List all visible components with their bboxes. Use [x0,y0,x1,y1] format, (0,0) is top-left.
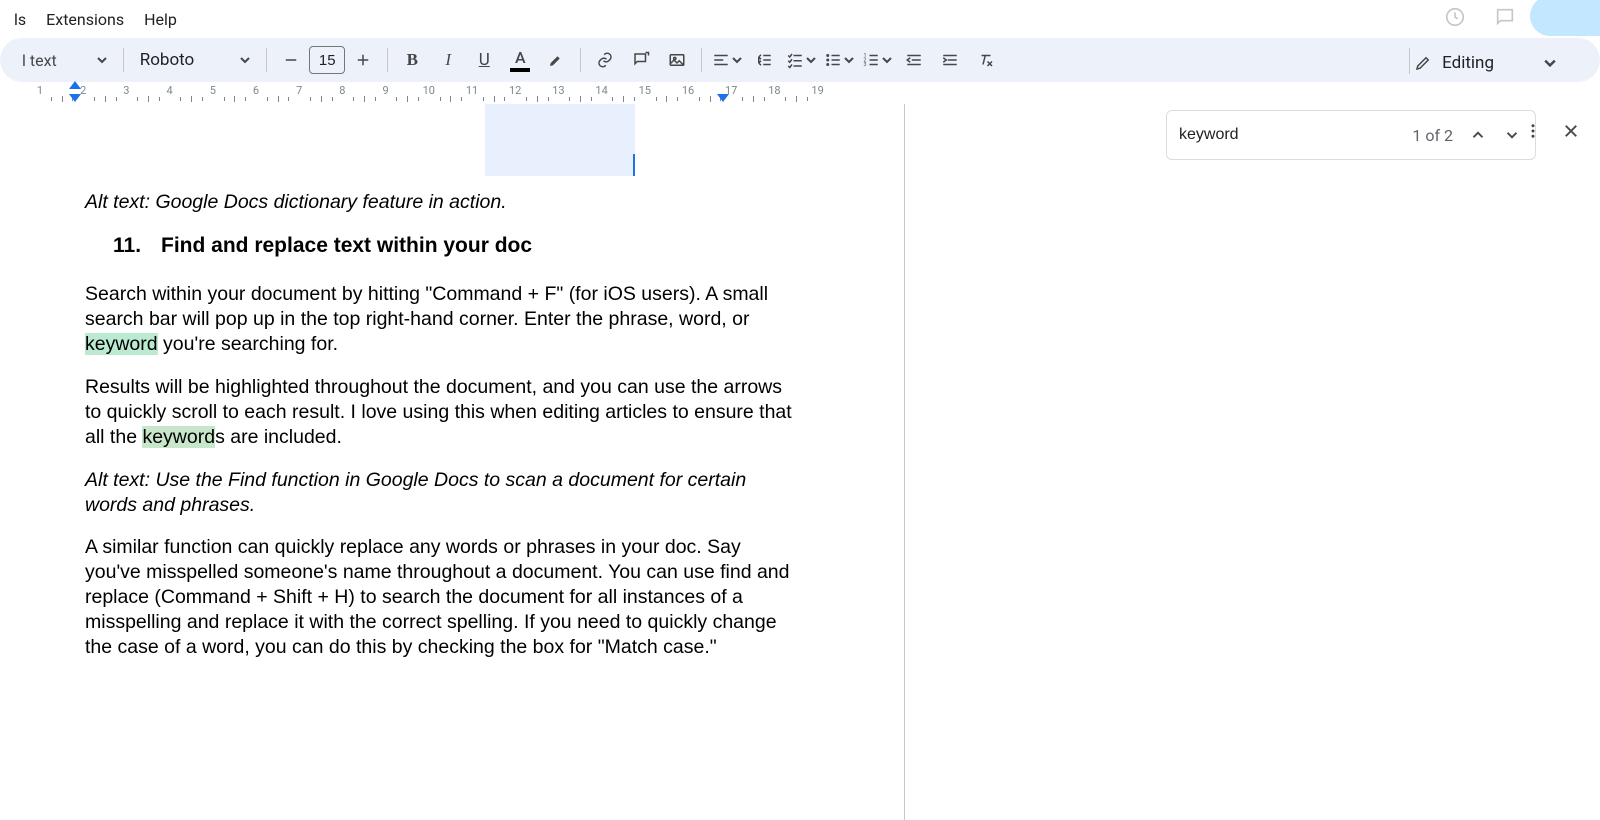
font-family-dropdown[interactable]: Roboto [132,50,259,70]
menu-bar: ls Extensions Help [0,0,1600,38]
font-size-increase[interactable] [347,44,379,76]
insert-link-button[interactable] [589,44,621,76]
menu-extensions[interactable]: Extensions [36,4,134,35]
font-size-decrease[interactable] [275,44,307,76]
document-body[interactable]: Alt text: Google Docs dictionary feature… [85,190,795,660]
ruler-number: 19 [811,84,823,97]
find-more-button[interactable] [1518,116,1548,146]
text-color-button[interactable]: A [504,48,536,72]
bold-button[interactable]: B [396,44,428,76]
menu-tools[interactable]: ls [4,4,36,35]
find-input[interactable] [1179,126,1299,144]
heading-number: 11. [85,233,161,260]
insert-image-button[interactable] [661,44,693,76]
find-match-current: keyword [85,333,158,355]
find-bar: 1 of 2 [1166,110,1536,160]
chevron-down-icon [97,55,107,65]
page: Alt text: Google Docs dictionary feature… [85,104,905,820]
paragraph-2: Results will be highlighted throughout t… [85,375,795,450]
menu-help[interactable]: Help [134,4,187,35]
ruler-number: 13 [552,84,564,97]
ruler-number: 12 [509,84,521,97]
align-dropdown[interactable] [710,51,744,69]
font-size-control [275,44,379,76]
line-spacing-button[interactable] [748,44,780,76]
numbered-list-dropdown[interactable]: 123 [860,51,894,69]
ruler-number: 6 [253,84,259,97]
paragraph-3: A similar function can quickly replace a… [85,535,795,660]
text-color-icon: A [515,48,526,67]
ruler-number: 11 [466,84,478,97]
indent-right-marker[interactable] [717,94,729,102]
ruler-number: 15 [639,84,651,97]
underline-button[interactable]: U [468,44,500,76]
ruler-number: 10 [423,84,435,97]
ruler-number: 16 [682,84,694,97]
comments-icon[interactable] [1494,6,1516,32]
find-prev-button[interactable] [1461,118,1495,152]
pencil-icon [1414,54,1432,72]
indent-decrease-button[interactable] [898,44,930,76]
chevron-down-icon [240,55,250,65]
indent-left-marker[interactable] [69,81,81,89]
indent-increase-button[interactable] [934,44,966,76]
font-size-input[interactable] [309,46,345,74]
italic-button[interactable]: I [432,44,464,76]
highlight-button[interactable] [540,44,572,76]
checklist-dropdown[interactable] [784,51,818,69]
bullet-list-dropdown[interactable] [822,51,856,69]
paragraph-style-dropdown[interactable]: l text [14,51,115,70]
document-canvas: Alt text: Google Docs dictionary feature… [0,104,1600,820]
heading-text: Find and replace text within your doc [161,233,532,260]
ruler-number: 7 [296,84,302,97]
find-match: keyword [142,426,215,448]
ruler-number: 8 [339,84,345,97]
paragraph-style-label: l text [22,51,57,70]
mode-label: Editing [1442,53,1494,73]
ruler-number: 2 [80,84,86,97]
add-comment-button[interactable] [625,44,657,76]
ruler-number: 9 [383,84,389,97]
paragraph-1: Search within your document by hitting "… [85,282,795,357]
ruler-number: 3 [123,84,129,97]
chevron-down-icon [1544,57,1556,69]
ruler-number: 18 [768,84,780,97]
history-icon[interactable] [1444,6,1466,32]
font-family-label: Roboto [140,50,195,70]
ruler[interactable]: 12345678910111213141516171819 [0,84,1600,104]
ruler-number: 14 [595,84,607,97]
alt-text-1: Alt text: Google Docs dictionary feature… [85,190,795,215]
ruler-number: 1 [37,84,43,97]
find-count: 1 of 2 [1412,126,1453,145]
image-placeholder[interactable] [85,104,785,176]
share-button[interactable] [1530,0,1600,36]
svg-text:3: 3 [864,62,867,68]
heading: 11. Find and replace text within your do… [85,233,795,260]
mode-dropdown[interactable]: Editing [1400,45,1570,81]
clear-formatting-button[interactable] [970,44,1002,76]
ruler-number: 4 [167,84,173,97]
toolbar: l text Roboto B I U A 123 [0,38,1600,82]
ruler-number: 5 [210,84,216,97]
find-close-button[interactable] [1556,116,1586,146]
alt-text-2: Alt text: Use the Find function in Googl… [85,468,795,518]
